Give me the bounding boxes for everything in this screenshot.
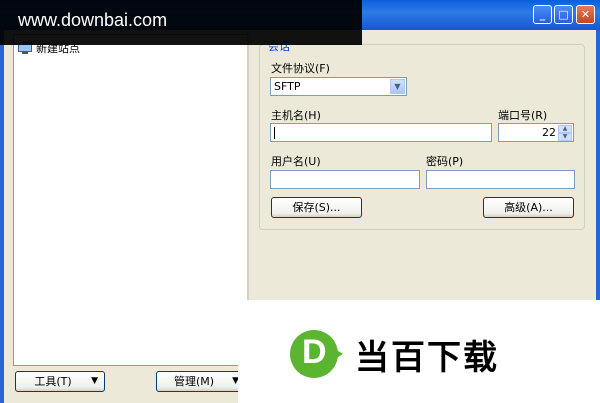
port-label: 端口号(R) <box>498 109 548 122</box>
text-caret <box>274 127 275 139</box>
spin-down-icon[interactable]: ▼ <box>558 133 572 141</box>
manage-button[interactable]: 管理(M) ▼ <box>156 371 246 392</box>
protocol-label: 文件协议(F) <box>271 62 330 75</box>
user-label: 用户名(U) <box>271 155 321 168</box>
advanced-button[interactable]: 高级(A)... <box>483 197 574 218</box>
logo-letter: D <box>302 333 327 371</box>
logo-badge-tail <box>327 344 343 364</box>
protocol-value: SFTP <box>274 80 301 93</box>
username-input[interactable] <box>270 170 420 189</box>
password-label: 密码(P) <box>426 155 464 168</box>
site-tree[interactable]: 新建站点 <box>13 34 248 366</box>
password-input[interactable] <box>426 170 575 189</box>
host-label: 主机名(H) <box>271 109 321 122</box>
minimize-button[interactable]: _ <box>533 5 552 24</box>
watermark-text: www.downbai.com <box>18 10 168 30</box>
tools-button-label: 工具(T) <box>34 375 72 388</box>
protocol-select[interactable]: SFTP ▼ <box>270 77 407 96</box>
manage-button-label: 管理(M) <box>173 375 215 388</box>
maximize-button[interactable]: □ <box>554 5 573 24</box>
close-button[interactable]: ✕ <box>576 5 595 24</box>
spin-up-icon[interactable]: ▲ <box>558 125 572 133</box>
port-stepper[interactable]: 22 ▲ ▼ <box>498 123 574 142</box>
logo-text: 当百下载 <box>355 338 499 378</box>
tools-button[interactable]: 工具(T) ▼ <box>15 371 105 392</box>
chevron-down-icon: ▼ <box>91 376 98 386</box>
window-border-left <box>0 30 4 403</box>
port-value: 22 <box>542 126 556 139</box>
host-input[interactable] <box>270 123 492 142</box>
chevron-down-icon[interactable]: ▼ <box>390 79 405 94</box>
save-button[interactable]: 保存(S)... <box>271 197 362 218</box>
